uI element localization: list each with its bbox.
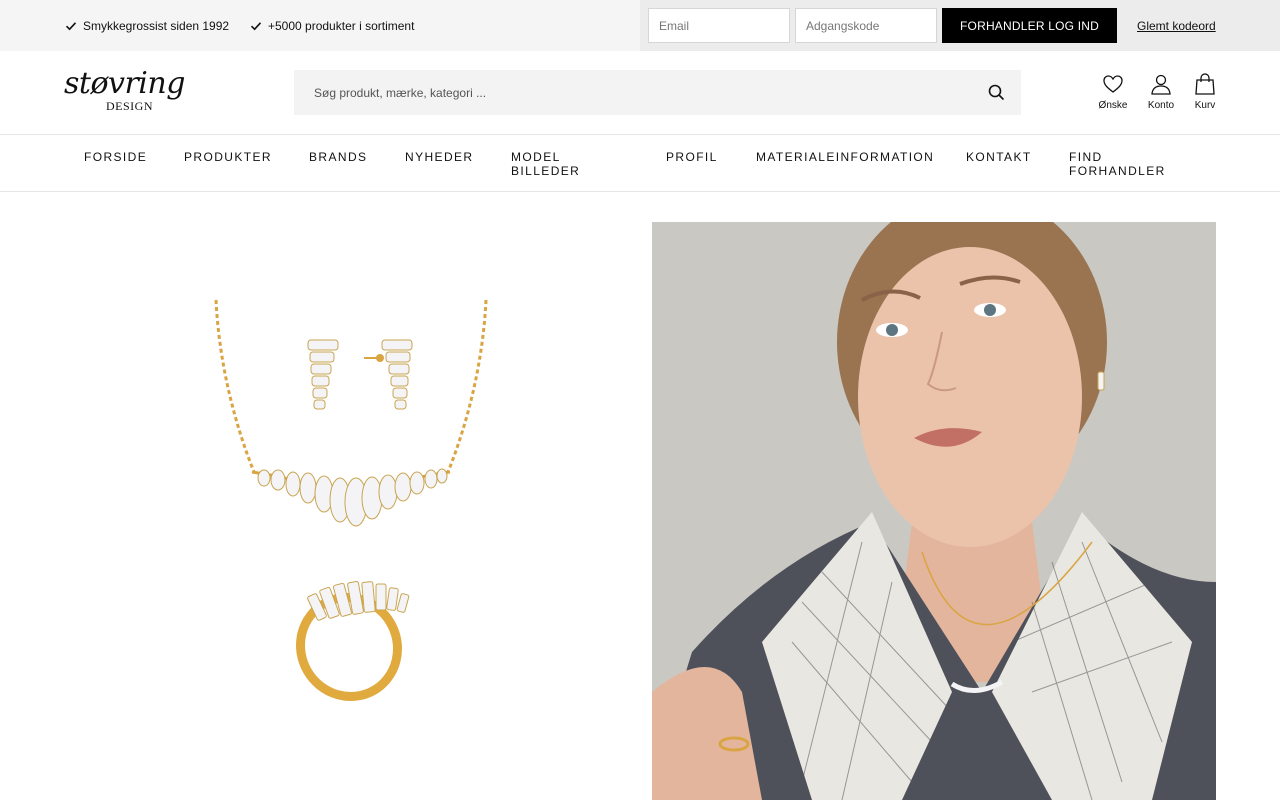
email-field[interactable] — [648, 8, 790, 43]
account-label: Konto — [1147, 100, 1175, 111]
wishlist-button[interactable]: Ønske — [1099, 73, 1127, 111]
nav-item-brands[interactable]: BRANDS — [309, 150, 367, 164]
dealer-login-button[interactable]: FORHANDLER LOG IND — [942, 8, 1117, 43]
shopping-bag-icon — [1195, 73, 1215, 95]
forgot-password-link[interactable]: Glemt kodeord — [1137, 19, 1216, 33]
model-illustration — [652, 222, 1216, 800]
wishlist-label: Ønske — [1098, 100, 1128, 111]
logo[interactable]: støvring DESIGN — [64, 69, 204, 117]
logo-subtext: DESIGN — [106, 99, 153, 113]
usp-item: +5000 produkter i sortiment — [250, 19, 414, 33]
search-icon[interactable] — [988, 84, 1005, 101]
user-icon — [1151, 74, 1171, 95]
logo-text: støvring — [64, 66, 185, 101]
heart-icon — [1103, 75, 1123, 93]
nav-item-find-forhandler[interactable]: FIND FORHANDLER — [1069, 150, 1169, 178]
password-field[interactable] — [795, 8, 937, 43]
usp-item: Smykkegrossist siden 1992 — [65, 19, 229, 33]
model-photo[interactable] — [652, 222, 1216, 800]
header: støvring DESIGN Ønske Konto Kurv — [0, 51, 1280, 135]
account-button[interactable]: Konto — [1146, 73, 1176, 111]
nav-item-profil[interactable]: PROFIL — [666, 150, 718, 164]
usp-text: +5000 produkter i sortiment — [268, 19, 415, 33]
search-input[interactable] — [294, 70, 1021, 115]
cart-label: Kurv — [1194, 100, 1216, 111]
main-nav: FORSIDE PRODUKTER BRANDS NYHEDER MODEL B… — [0, 135, 1280, 192]
nav-item-model-billeder[interactable]: MODEL BILLEDER — [511, 150, 591, 178]
jewelry-set-image[interactable] — [64, 222, 628, 800]
nav-item-forside[interactable]: FORSIDE — [84, 150, 147, 164]
cart-button[interactable]: Kurv — [1192, 73, 1218, 111]
check-icon — [65, 22, 77, 31]
top-bar: Smykkegrossist siden 1992 +5000 produkte… — [0, 0, 1280, 51]
check-icon — [250, 22, 262, 31]
nav-item-materialeinformation[interactable]: MATERIALEINFORMATION — [756, 150, 934, 164]
nav-item-nyheder[interactable]: NYHEDER — [405, 150, 473, 164]
jewelry-illustration — [214, 299, 488, 702]
search-bar — [294, 70, 1021, 115]
nav-item-kontakt[interactable]: KONTAKT — [966, 150, 1032, 164]
usp-text: Smykkegrossist siden 1992 — [83, 19, 230, 33]
nav-item-produkter[interactable]: PRODUKTER — [184, 150, 272, 164]
